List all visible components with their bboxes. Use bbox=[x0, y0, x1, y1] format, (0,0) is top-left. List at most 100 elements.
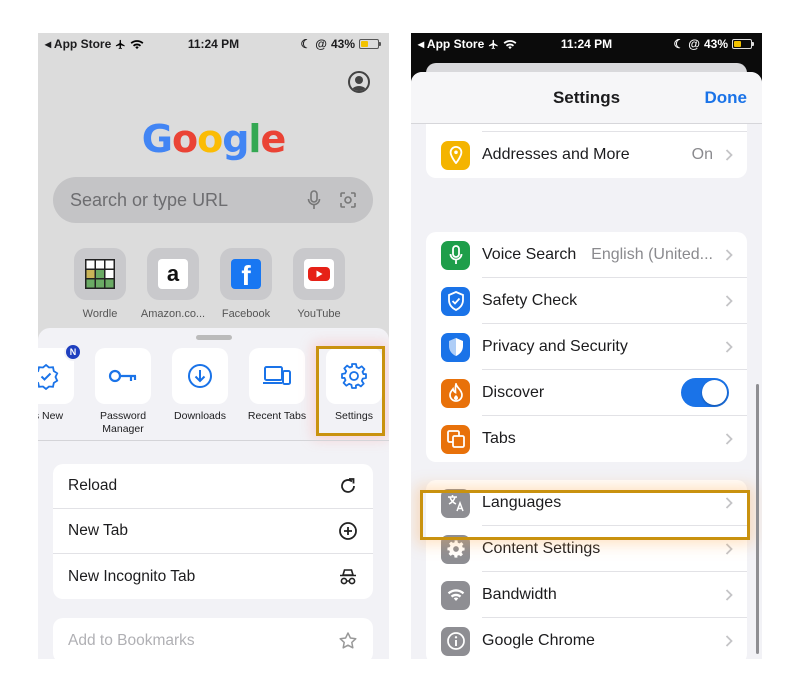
action-label: Recent Tabs bbox=[247, 410, 307, 422]
download-icon bbox=[188, 364, 212, 388]
key-icon bbox=[108, 369, 137, 383]
tabs-icon bbox=[446, 430, 465, 448]
action-label: Password Manager bbox=[99, 410, 147, 435]
menu-group: Reload New Tab New Incognito Tab bbox=[53, 464, 373, 599]
chrome-new-tab-screen: ◂ App Store 11:24 PM ☾ @ 43% Google Sear… bbox=[38, 33, 389, 659]
incognito-icon bbox=[340, 568, 356, 584]
row-label: Privacy and Security bbox=[482, 338, 628, 355]
sheet-grabber[interactable] bbox=[196, 335, 232, 340]
scrollbar[interactable] bbox=[756, 384, 759, 654]
row-value: On bbox=[691, 146, 713, 163]
discover-toggle[interactable] bbox=[681, 378, 729, 407]
status-bar: ◂ App Store 11:24 PM ☾ @ 43% bbox=[38, 33, 389, 55]
account-icon[interactable] bbox=[348, 71, 370, 93]
chevron-right-icon bbox=[725, 433, 733, 445]
battery-level bbox=[734, 41, 741, 47]
voice-search-row[interactable]: Voice Search English (United... bbox=[426, 232, 747, 278]
wordle-icon bbox=[85, 259, 115, 289]
action-carousel: N t's New Password Manager Downloads bbox=[38, 343, 382, 436]
new-tab-menu-item[interactable]: New Tab bbox=[53, 509, 373, 554]
shortcut-label: Facebook bbox=[221, 308, 271, 320]
whats-new-icon bbox=[38, 363, 59, 390]
chevron-right-icon bbox=[725, 543, 733, 555]
settings-group: Languages Content Settings Bandwidth Goo… bbox=[426, 480, 747, 659]
amazon-glyph: a bbox=[166, 261, 180, 286]
languages-row[interactable]: Languages bbox=[426, 480, 747, 526]
gear-icon bbox=[341, 363, 367, 389]
chevron-right-icon bbox=[725, 249, 733, 261]
wifi-icon bbox=[447, 589, 464, 601]
battery-icon bbox=[732, 39, 754, 49]
battery-level bbox=[361, 41, 368, 47]
menu-item-label: New Incognito Tab bbox=[68, 567, 196, 585]
password-manager-button[interactable]: Password Manager bbox=[95, 348, 151, 436]
nav-bar: Settings Done bbox=[411, 72, 762, 124]
settings-panel: Settings Done Addresses and More On Voic… bbox=[411, 72, 762, 659]
orientation-lock-icon: @ bbox=[688, 37, 700, 51]
amazon-icon: a bbox=[158, 259, 188, 289]
shortcut-label: Amazon.co... bbox=[140, 308, 206, 320]
discover-row: Discover bbox=[426, 370, 747, 416]
row-label: Addresses and More bbox=[482, 146, 630, 163]
shield-check-icon bbox=[447, 291, 464, 311]
tabs-row[interactable]: Tabs bbox=[426, 416, 747, 462]
moon-icon: ☾ bbox=[300, 37, 312, 51]
content-settings-row[interactable]: Content Settings bbox=[426, 526, 747, 572]
action-label: t's New bbox=[38, 410, 64, 422]
safety-check-row[interactable]: Safety Check bbox=[426, 278, 747, 324]
search-input[interactable]: Search or type URL bbox=[53, 177, 373, 223]
camera-search-icon[interactable] bbox=[339, 191, 357, 209]
shortcut-label: YouTube bbox=[297, 308, 341, 320]
youtube-icon bbox=[304, 259, 334, 289]
settings-button[interactable]: Settings bbox=[326, 348, 382, 436]
battery-percent: 43% bbox=[330, 37, 355, 51]
row-label: Voice Search bbox=[482, 246, 577, 263]
divider bbox=[38, 440, 389, 441]
star-icon bbox=[339, 631, 357, 649]
row-value: English (United... bbox=[591, 246, 713, 263]
devices-icon bbox=[263, 366, 291, 385]
chevron-right-icon bbox=[725, 497, 733, 509]
logo-letter: e bbox=[260, 117, 286, 161]
menu-item-label: Add to Bookmarks bbox=[68, 631, 195, 649]
mic-icon[interactable] bbox=[307, 190, 321, 210]
menu-item-label: Reload bbox=[68, 477, 118, 494]
menu-group: Add to Bookmarks bbox=[53, 618, 373, 659]
chrome-settings-screen: ◂ App Store 11:24 PM ☾ @ 43% Settings Do… bbox=[411, 33, 762, 659]
logo-letter: g bbox=[222, 117, 249, 161]
addresses-and-more-row[interactable]: Addresses and More On bbox=[426, 132, 747, 178]
search-placeholder: Search or type URL bbox=[70, 190, 229, 210]
chevron-right-icon bbox=[725, 149, 733, 161]
shortcut-wordle[interactable]: Wordle bbox=[74, 248, 126, 320]
google-chrome-row[interactable]: Google Chrome bbox=[426, 618, 747, 659]
row-label: Content Settings bbox=[482, 540, 601, 557]
google-logo: Google bbox=[38, 117, 389, 161]
chevron-right-icon bbox=[725, 635, 733, 647]
logo-letter: l bbox=[248, 117, 261, 161]
settings-group: Voice Search English (United... Safety C… bbox=[426, 232, 747, 462]
chevron-right-icon bbox=[725, 341, 733, 353]
flame-icon bbox=[448, 383, 463, 402]
bandwidth-row[interactable]: Bandwidth bbox=[426, 572, 747, 618]
new-badge: N bbox=[64, 343, 82, 361]
recent-tabs-button[interactable]: Recent Tabs bbox=[248, 348, 306, 436]
privacy-and-security-row[interactable]: Privacy and Security bbox=[426, 324, 747, 370]
reload-menu-item[interactable]: Reload bbox=[53, 464, 373, 509]
add-to-bookmarks-menu-item[interactable]: Add to Bookmarks bbox=[53, 618, 373, 659]
gear-icon bbox=[446, 540, 465, 558]
row-label: Google Chrome bbox=[482, 632, 595, 649]
downloads-button[interactable]: Downloads bbox=[172, 348, 228, 436]
battery-percent: 43% bbox=[703, 37, 728, 51]
shortcut-label: Wordle bbox=[82, 308, 118, 320]
shortcut-youtube[interactable]: YouTube bbox=[293, 248, 345, 320]
menu-item-label: New Tab bbox=[68, 522, 129, 539]
shortcut-facebook[interactable]: f Facebook bbox=[220, 248, 272, 320]
done-button[interactable]: Done bbox=[705, 88, 748, 108]
shortcut-tiles: Wordle a Amazon.co... f Facebook YouTube bbox=[74, 248, 345, 320]
new-incognito-tab-menu-item[interactable]: New Incognito Tab bbox=[53, 554, 373, 599]
row-label: Discover bbox=[482, 384, 545, 401]
chevron-right-icon bbox=[725, 295, 733, 307]
row-label: Languages bbox=[482, 494, 562, 511]
shortcut-amazon[interactable]: a Amazon.co... bbox=[141, 248, 205, 320]
whats-new-button[interactable]: N t's New bbox=[38, 343, 82, 436]
